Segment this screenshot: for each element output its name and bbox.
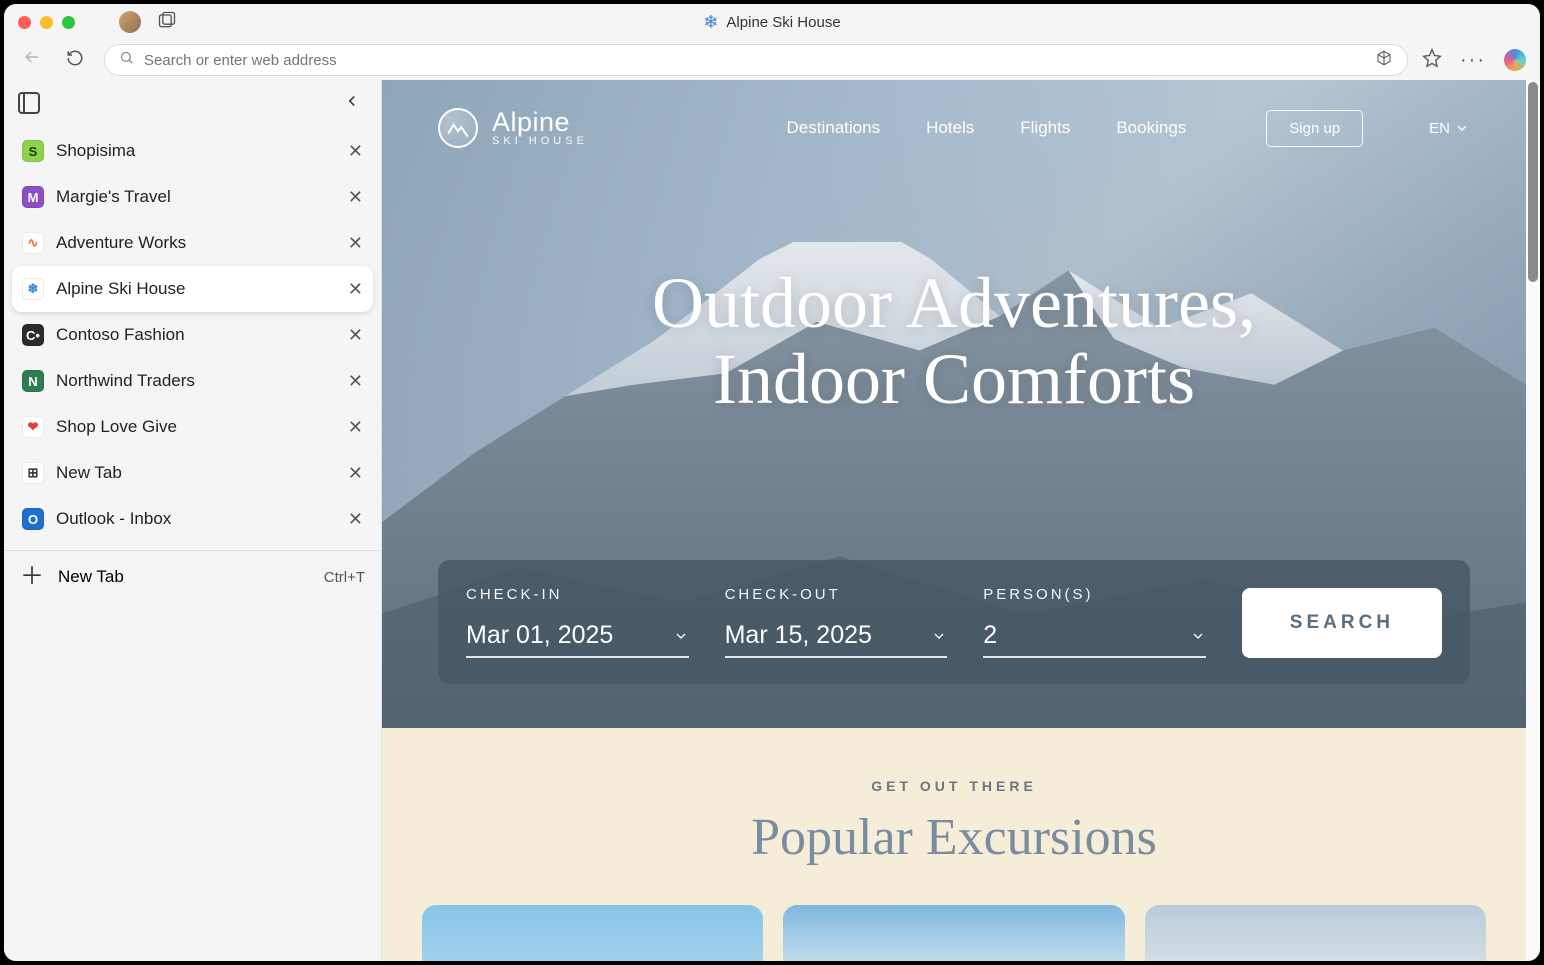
tab-favicon: ❄ <box>22 278 44 300</box>
checkin-value: Mar 01, 2025 <box>466 621 613 650</box>
chevron-down-icon <box>931 628 947 644</box>
booking-search-card: CHECK-IN Mar 01, 2025 CHECK-OUT Mar 15, … <box>438 560 1470 684</box>
search-button[interactable]: SEARCH <box>1242 588 1442 658</box>
tab-label: Contoso Fashion <box>56 325 336 345</box>
tab-favicon: M <box>22 186 44 208</box>
excursion-card[interactable] <box>783 905 1124 961</box>
sidebar-tab[interactable]: M Margie's Travel ✕ <box>12 174 373 220</box>
back-button[interactable] <box>18 43 46 77</box>
tab-label: Northwind Traders <box>56 371 336 391</box>
reload-button[interactable] <box>60 45 90 76</box>
window-close-button[interactable] <box>18 16 31 29</box>
tab-label: Alpine Ski House <box>56 279 336 299</box>
favorites-icon[interactable] <box>1422 48 1442 73</box>
tab-favicon: N <box>22 370 44 392</box>
language-selector[interactable]: EN <box>1429 120 1470 137</box>
tab-close-button[interactable]: ✕ <box>348 233 363 254</box>
profile-avatar[interactable] <box>119 11 141 33</box>
address-input[interactable] <box>144 52 1365 69</box>
brand-subtitle: SKI HOUSE <box>492 136 588 148</box>
tab-favicon: O <box>22 508 44 530</box>
window-maximize-button[interactable] <box>62 16 75 29</box>
plus-icon: ＋ <box>20 565 44 589</box>
hero-section: Alpine SKI HOUSE Destinations Hotels Fligh… <box>382 80 1526 728</box>
tab-close-button[interactable]: ✕ <box>348 417 363 438</box>
persons-value: 2 <box>983 621 997 650</box>
tab-favicon: S <box>22 140 44 162</box>
chevron-down-icon <box>1190 628 1206 644</box>
tab-label: Outlook - Inbox <box>56 509 336 529</box>
persons-label: PERSON(S) <box>983 586 1206 603</box>
nav-link[interactable]: Hotels <box>926 118 974 138</box>
tab-label: Shop Love Give <box>56 417 336 437</box>
window-title: Alpine Ski House <box>726 14 840 31</box>
section-eyebrow: GET OUT THERE <box>422 778 1486 794</box>
tab-label: New Tab <box>56 463 336 483</box>
checkin-label: CHECK-IN <box>466 586 689 603</box>
sidebar-tab[interactable]: ∿ Adventure Works ✕ <box>12 220 373 266</box>
tab-close-button[interactable]: ✕ <box>348 141 363 162</box>
checkout-label: CHECK-OUT <box>725 586 948 603</box>
vertical-tabs-sidebar: S Shopisima ✕M Margie's Travel ✕∿ Advent… <box>4 80 382 961</box>
new-tab-button[interactable]: ＋ New Tab Ctrl+T <box>4 550 381 603</box>
sidebar-tab[interactable]: ⊞ New Tab ✕ <box>12 450 373 496</box>
checkout-field[interactable]: CHECK-OUT Mar 15, 2025 <box>725 586 948 658</box>
tab-label: Adventure Works <box>56 233 336 253</box>
chevron-down-icon <box>673 628 689 644</box>
tab-favicon: ⊞ <box>22 462 44 484</box>
persons-field[interactable]: PERSON(S) 2 <box>983 586 1206 658</box>
sidebar-tab[interactable]: N Northwind Traders ✕ <box>12 358 373 404</box>
tab-close-button[interactable]: ✕ <box>348 463 363 484</box>
tab-close-button[interactable]: ✕ <box>348 371 363 392</box>
new-tab-label: New Tab <box>58 567 310 587</box>
section-title: Popular Excursions <box>422 808 1486 867</box>
tab-label: Shopisima <box>56 141 336 161</box>
sidebar-tab[interactable]: O Outlook - Inbox ✕ <box>12 496 373 542</box>
hero-title: Outdoor Adventures, Indoor Comforts <box>382 266 1526 417</box>
tab-favicon: C• <box>22 324 44 346</box>
excursions-section: GET OUT THERE Popular Excursions <box>382 728 1526 961</box>
nav-link[interactable]: Flights <box>1020 118 1070 138</box>
tab-close-button[interactable]: ✕ <box>348 325 363 346</box>
tab-close-button[interactable]: ✕ <box>348 509 363 530</box>
copilot-icon[interactable] <box>1504 49 1526 71</box>
excursion-card[interactable] <box>422 905 763 961</box>
tab-close-button[interactable]: ✕ <box>348 279 363 300</box>
more-menu-icon[interactable]: ··· <box>1460 49 1486 72</box>
new-tab-shortcut: Ctrl+T <box>324 569 365 586</box>
site-navigation: Alpine SKI HOUSE Destinations Hotels Fligh… <box>382 80 1526 148</box>
tab-favicon: ∿ <box>22 232 44 254</box>
window-minimize-button[interactable] <box>40 16 53 29</box>
checkin-field[interactable]: CHECK-IN Mar 01, 2025 <box>466 586 689 658</box>
language-label: EN <box>1429 120 1450 137</box>
page-scrollbar[interactable] <box>1526 80 1540 961</box>
tab-favicon: ❤ <box>22 416 44 438</box>
tab-label: Margie's Travel <box>56 187 336 207</box>
nav-link[interactable]: Destinations <box>787 118 881 138</box>
window-titlebar: ❄ Alpine Ski House <box>4 4 1540 40</box>
signup-button[interactable]: Sign up <box>1266 110 1363 147</box>
snowflake-icon: ❄ <box>703 12 718 33</box>
sidebar-tab[interactable]: ❤ Shop Love Give ✕ <box>12 404 373 450</box>
collapse-sidebar-button[interactable] <box>337 88 367 118</box>
excursion-card[interactable] <box>1145 905 1486 961</box>
logo-icon <box>438 108 478 148</box>
chevron-down-icon <box>1454 120 1470 136</box>
browser-toolbar: ··· <box>4 40 1540 80</box>
address-bar[interactable] <box>104 44 1408 76</box>
read-aloud-icon[interactable] <box>1375 49 1393 72</box>
tab-actions-icon[interactable] <box>18 92 40 114</box>
tab-close-button[interactable]: ✕ <box>348 187 363 208</box>
sidebar-tab[interactable]: ❄ Alpine Ski House ✕ <box>12 266 373 312</box>
workspaces-icon[interactable] <box>157 10 177 35</box>
checkout-value: Mar 15, 2025 <box>725 621 872 650</box>
sidebar-tab[interactable]: C• Contoso Fashion ✕ <box>12 312 373 358</box>
search-icon <box>119 50 134 70</box>
brand-logo[interactable]: Alpine SKI HOUSE <box>438 108 588 148</box>
scrollbar-thumb[interactable] <box>1528 82 1538 282</box>
nav-link[interactable]: Bookings <box>1116 118 1186 138</box>
sidebar-tab[interactable]: S Shopisima ✕ <box>12 128 373 174</box>
brand-name: Alpine <box>492 108 588 136</box>
